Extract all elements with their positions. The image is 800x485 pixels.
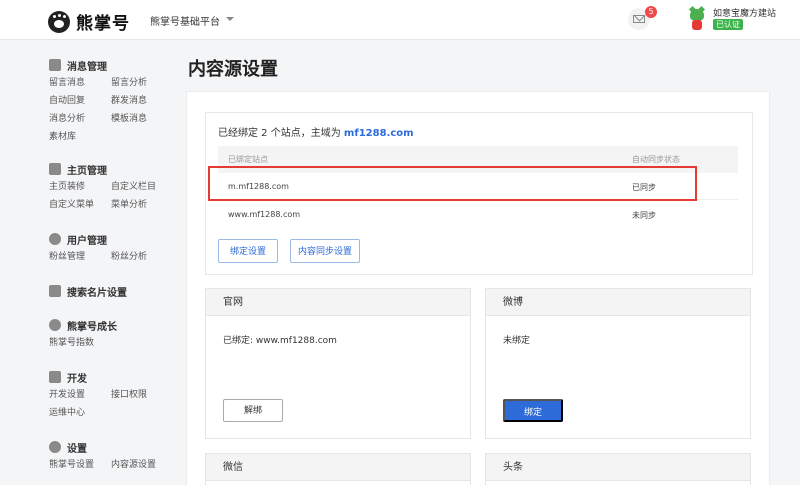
highlight-annotation [208, 166, 697, 201]
sidebar-item-menu-analysis[interactable]: 菜单分析 [111, 197, 173, 213]
table-row: www.mf1288.com 未同步 [218, 201, 738, 228]
logo[interactable]: 熊掌号 [48, 9, 130, 34]
nav-title: 熊掌号成长 [67, 321, 117, 333]
content-sync-settings-button[interactable]: 内容同步设置 [290, 239, 360, 263]
sidebar-item-api-permissions[interactable]: 接口权限 [111, 387, 173, 403]
growth-icon [49, 319, 61, 331]
nav-group-search-card[interactable]: 搜索名片设置 [49, 283, 127, 299]
sites-summary-text: 已经绑定 2 个站点，主域为 [218, 128, 341, 139]
logo-text: 熊掌号 [76, 14, 130, 34]
card-icon [49, 285, 61, 297]
nav-group-homepage: 主页管理 主页装修 自定义栏目 自定义菜单 菜单分析 [49, 161, 173, 213]
card-title: 官网 [206, 289, 470, 316]
sidebar-item-comment-analysis[interactable]: 留言分析 [111, 75, 173, 91]
nav-title: 搜索名片设置 [67, 287, 127, 299]
main-domain[interactable]: mf1288.com [344, 128, 414, 139]
nav-title: 设置 [67, 443, 87, 455]
weibo-card: 微博 未绑定 绑定 [485, 288, 751, 439]
wechat-card: 微信 [205, 453, 471, 485]
top-bar: 熊掌号 熊掌号基础平台 5 如意宝魔方建站 已认证 [0, 0, 800, 40]
caret-down-icon[interactable] [226, 17, 234, 21]
nav-group-users: 用户管理 粉丝管理 粉丝分析 [49, 231, 173, 265]
sidebar-item-ops-center[interactable]: 运维中心 [49, 405, 111, 421]
sidebar-item-fans[interactable]: 粉丝管理 [49, 249, 111, 265]
nav-group-settings: 设置 熊掌号设置 内容源设置 [49, 439, 173, 473]
sidebar-item-fans-analysis[interactable]: 粉丝分析 [111, 249, 173, 265]
sidebar-item-materials[interactable]: 素材库 [49, 129, 111, 145]
bind-settings-button[interactable]: 绑定设置 [218, 239, 278, 263]
settings-icon [49, 441, 61, 453]
envelope-icon [633, 15, 645, 23]
sidebar-item-comments[interactable]: 留言消息 [49, 75, 111, 91]
nav-title: 主页管理 [67, 165, 107, 177]
sidebar-item-message-analysis[interactable]: 消息分析 [49, 111, 111, 127]
user-icon [49, 233, 61, 245]
sidebar-item-custom-column[interactable]: 自定义栏目 [111, 179, 173, 195]
page-title: 内容源设置 [188, 59, 278, 80]
sidebar-item-custom-menu[interactable]: 自定义菜单 [49, 197, 111, 213]
sidebar-item-decoration[interactable]: 主页装修 [49, 179, 111, 195]
sync-status: 未同步 [632, 211, 656, 220]
sidebar-item-index[interactable]: 熊掌号指数 [49, 335, 111, 351]
nav-title: 消息管理 [67, 61, 107, 73]
sidebar-item-template-message[interactable]: 模板消息 [111, 111, 173, 127]
card-title: 头条 [486, 454, 750, 481]
sidebar-item-auto-reply[interactable]: 自动回复 [49, 93, 111, 109]
nav-title: 开发 [67, 373, 87, 385]
sidebar-item-mass-message[interactable]: 群发消息 [111, 93, 173, 109]
platform-switcher[interactable]: 熊掌号基础平台 [150, 13, 220, 28]
verified-badge: 已认证 [713, 19, 743, 30]
nav-group-develop: 开发 开发设置 接口权限 运维中心 [49, 369, 173, 421]
bind-button[interactable]: 绑定 [503, 399, 563, 422]
message-count-badge: 5 [645, 6, 657, 18]
nav-group-messages: 消息管理 留言消息 留言分析 自动回复 群发消息 消息分析 模板消息 素材库 [49, 57, 173, 145]
nav-title: 用户管理 [67, 235, 107, 247]
sidebar-item-dev-settings[interactable]: 开发设置 [49, 387, 111, 403]
message-icon [49, 59, 61, 71]
account-name[interactable]: 如意宝魔方建站 [713, 6, 776, 19]
card-title: 微信 [206, 454, 470, 481]
code-icon [49, 371, 61, 383]
toutiao-card: 头条 [485, 453, 751, 485]
column-header-sync: 自动同步状态 [632, 155, 680, 164]
sidebar: 消息管理 留言消息 留言分析 自动回复 群发消息 消息分析 模板消息 素材库 主页管理… [0, 41, 170, 485]
website-bound-text: 已绑定: www.mf1288.com [223, 336, 337, 346]
card-title: 微博 [486, 289, 750, 316]
nav-group-growth: 熊掌号成长 熊掌号指数 [49, 317, 117, 351]
site-url: www.mf1288.com [228, 210, 301, 219]
paw-logo-icon [48, 10, 70, 33]
avatar-body [692, 20, 702, 30]
unbind-button[interactable]: 解绑 [223, 399, 283, 422]
sites-summary: 已经绑定 2 个站点，主域为 mf1288.com [218, 124, 414, 139]
sidebar-item-account-settings[interactable]: 熊掌号设置 [49, 457, 111, 473]
website-card: 官网 已绑定: www.mf1288.com 解绑 [205, 288, 471, 439]
weibo-status-text: 未绑定 [503, 336, 531, 346]
column-header-site: 已绑定站点 [228, 155, 268, 164]
avatar[interactable] [688, 5, 706, 31]
home-grid-icon [49, 163, 61, 175]
sidebar-item-content-source[interactable]: 内容源设置 [111, 457, 173, 473]
